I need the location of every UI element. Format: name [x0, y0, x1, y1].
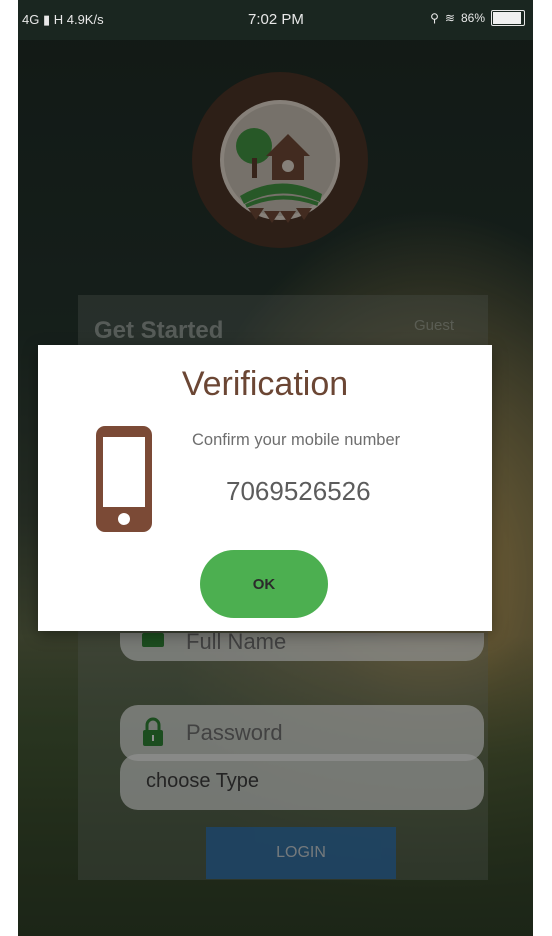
battery-icon — [491, 10, 525, 26]
status-icons: ⚲ ≋ 86% — [430, 10, 525, 26]
mobile-number: 7069526526 — [226, 476, 371, 506]
clock: 7:02 PM — [248, 11, 304, 28]
battery-percent: 86% — [460, 11, 485, 25]
wifi-icon: ≋ — [444, 11, 455, 25]
confirm-message: Confirm your mobile number — [192, 431, 401, 449]
status-bar: 4G ▮ H 4.9K/s 7:02 PM ⚲ ≋ 86% — [18, 0, 533, 40]
mobile-phone-icon — [96, 426, 152, 532]
network-indicator: 4G ▮ H 4.9K/s — [22, 12, 104, 27]
verification-dialog: Verification Confirm your mobile number … — [38, 345, 492, 631]
location-icon: ⚲ — [430, 11, 439, 25]
ok-button[interactable]: OK — [200, 550, 328, 618]
dialog-title: Verification — [181, 365, 349, 403]
